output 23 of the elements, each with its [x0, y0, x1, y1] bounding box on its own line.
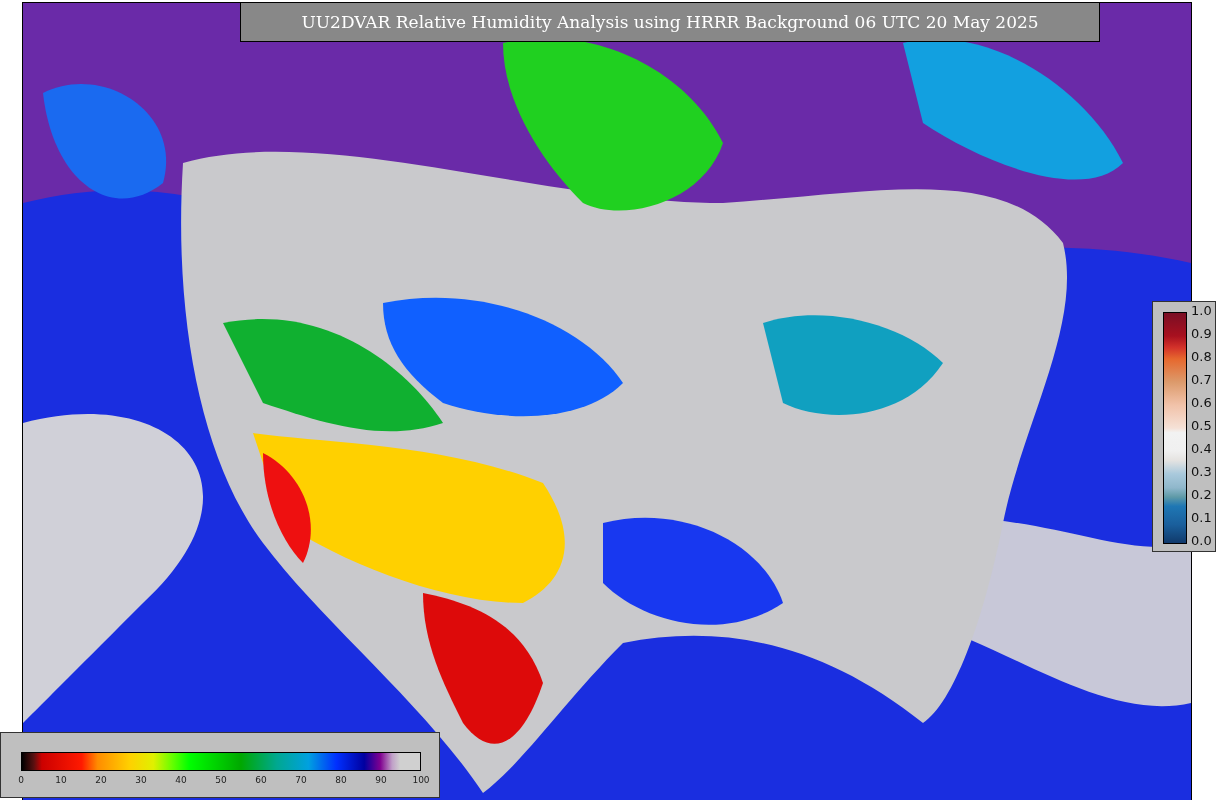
tick-label: 0.1 — [1191, 511, 1212, 525]
tick-label: 70 — [295, 775, 307, 785]
tick-label: 0 — [18, 775, 24, 785]
tick-label: 100 — [412, 775, 430, 785]
tick-label: 0.7 — [1191, 373, 1212, 387]
tick-label: 10 — [55, 775, 67, 785]
tick-label: 0.0 — [1191, 534, 1212, 548]
tick-label: 0.4 — [1191, 442, 1212, 456]
tick-label: 1.0 — [1191, 304, 1212, 318]
tick-label: 20 — [95, 775, 107, 785]
tick-label: 0.6 — [1191, 396, 1212, 410]
tick-label: 0.8 — [1191, 350, 1212, 364]
tick-label: 60 — [255, 775, 267, 785]
map-title: UU2DVAR Relative Humidity Analysis using HRRR Background 06 UTC 20 May 2025 — [240, 2, 1100, 42]
tick-label: 80 — [335, 775, 347, 785]
tick-label: 50 — [215, 775, 227, 785]
tick-label: 0.3 — [1191, 465, 1212, 479]
tick-label: 90 — [375, 775, 387, 785]
tick-label: 40 — [175, 775, 187, 785]
tick-label: 0.5 — [1191, 419, 1212, 433]
tick-label: 30 — [135, 775, 147, 785]
tick-label: 0.2 — [1191, 488, 1212, 502]
tick-label: 0.9 — [1191, 327, 1212, 341]
